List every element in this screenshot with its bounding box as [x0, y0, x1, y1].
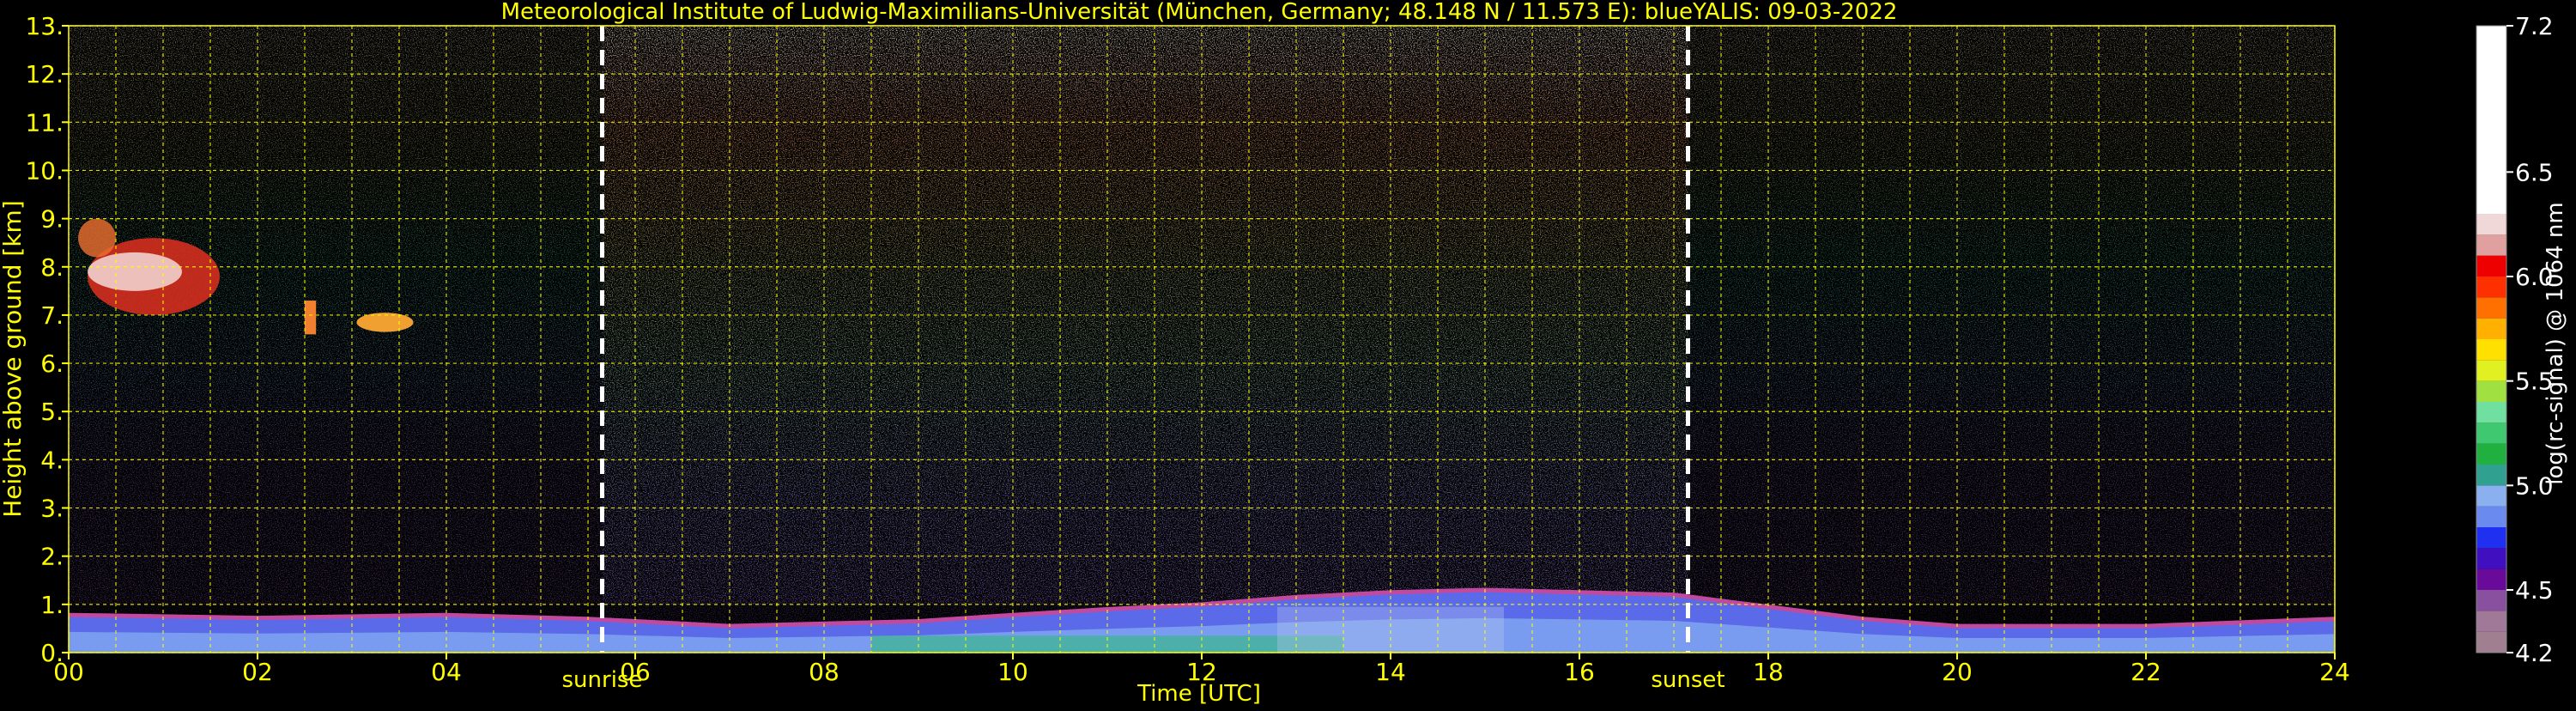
colorbar-band — [2476, 318, 2506, 339]
y-tick-label: 7. — [40, 301, 64, 330]
x-tick-label: 22 — [2131, 658, 2161, 686]
colorbar-band — [2476, 548, 2506, 569]
colorbar-band — [2476, 339, 2506, 361]
y-tick-label: 11. — [25, 108, 64, 137]
colorbar-band — [2476, 255, 2506, 276]
x-tick-label: 20 — [1942, 658, 1973, 686]
colorbar-band — [2476, 26, 2506, 214]
y-tick-label: 0. — [40, 639, 64, 667]
cirrus-cloud-2 — [305, 301, 317, 335]
sunset-label: sunset — [1651, 667, 1724, 693]
y-axis-label: Height above ground [km] — [0, 200, 27, 518]
y-tick-label: 3. — [40, 495, 64, 523]
y-tick-label: 8. — [40, 253, 64, 282]
colorbar-band — [2476, 568, 2506, 590]
colorbar-band — [2476, 360, 2506, 381]
colorbar-label: log(rc-signal) @ 1064 nm — [2543, 202, 2568, 484]
x-tick-label: 14 — [1375, 658, 1406, 686]
y-tick-label: 6. — [40, 349, 64, 378]
chart-canvas: sunrise sunset00 02 04 06 08 10 12 14 16 18 20 22 240… — [0, 0, 2568, 707]
colorbar-tick-label: 7.2 — [2515, 12, 2554, 40]
cirrus-cloud-1-top — [78, 218, 116, 258]
colorbar-band — [2476, 297, 2506, 319]
lidar-chart: sunrise sunset 00 02 04 06 08 10 12 14 16 18 20 22 24 0… — [0, 0, 2576, 708]
colorbar-band — [2476, 590, 2506, 611]
colorbar-band — [2476, 631, 2506, 653]
y-tick-label: 5. — [40, 398, 64, 426]
colorbar-band — [2476, 485, 2506, 507]
colorbar-band — [2476, 611, 2506, 632]
chart-title: Meteorological Institute of Ludwig-Maxim… — [501, 0, 1898, 25]
colorbar-band — [2476, 465, 2506, 486]
colorbar-band — [2476, 402, 2506, 423]
y-tick-label: 13. — [25, 12, 64, 40]
x-tick-label: 24 — [2319, 658, 2350, 686]
colorbar-tick-label: 4.2 — [2515, 639, 2554, 667]
x-tick-label: 16 — [1564, 658, 1595, 686]
colorbar-tick-label: 4.5 — [2515, 576, 2554, 605]
colorbar-band — [2476, 276, 2506, 298]
colorbar-tick-label: 6.5 — [2515, 158, 2554, 186]
y-tick-label: 4. — [40, 446, 64, 474]
colorbar-band — [2476, 527, 2506, 549]
y-tick-label: 10. — [25, 156, 64, 185]
x-tick-label: 04 — [431, 658, 462, 686]
colorbar-band — [2476, 506, 2506, 527]
colorbar-band — [2476, 380, 2506, 402]
x-axis-label: Time [UTC] — [1136, 681, 1261, 707]
x-tick-label: 02 — [242, 658, 273, 686]
y-tick-label: 12. — [25, 60, 64, 88]
x-tick-label: 08 — [809, 658, 839, 686]
colorbar-band — [2476, 214, 2506, 235]
y-tick-label: 1. — [40, 591, 64, 619]
y-tick-label: 2. — [40, 543, 64, 571]
y-tick-label: 9. — [40, 205, 64, 234]
colorbar-band — [2476, 443, 2506, 465]
cirrus-cloud-1-core — [88, 252, 182, 291]
daytime-noise — [602, 26, 1688, 653]
x-tick-label: 10 — [997, 658, 1028, 686]
colorbar-band — [2476, 234, 2506, 256]
x-tick-label: 06 — [620, 658, 651, 686]
x-tick-label: 18 — [1753, 658, 1784, 686]
colorbar-band — [2476, 422, 2506, 444]
